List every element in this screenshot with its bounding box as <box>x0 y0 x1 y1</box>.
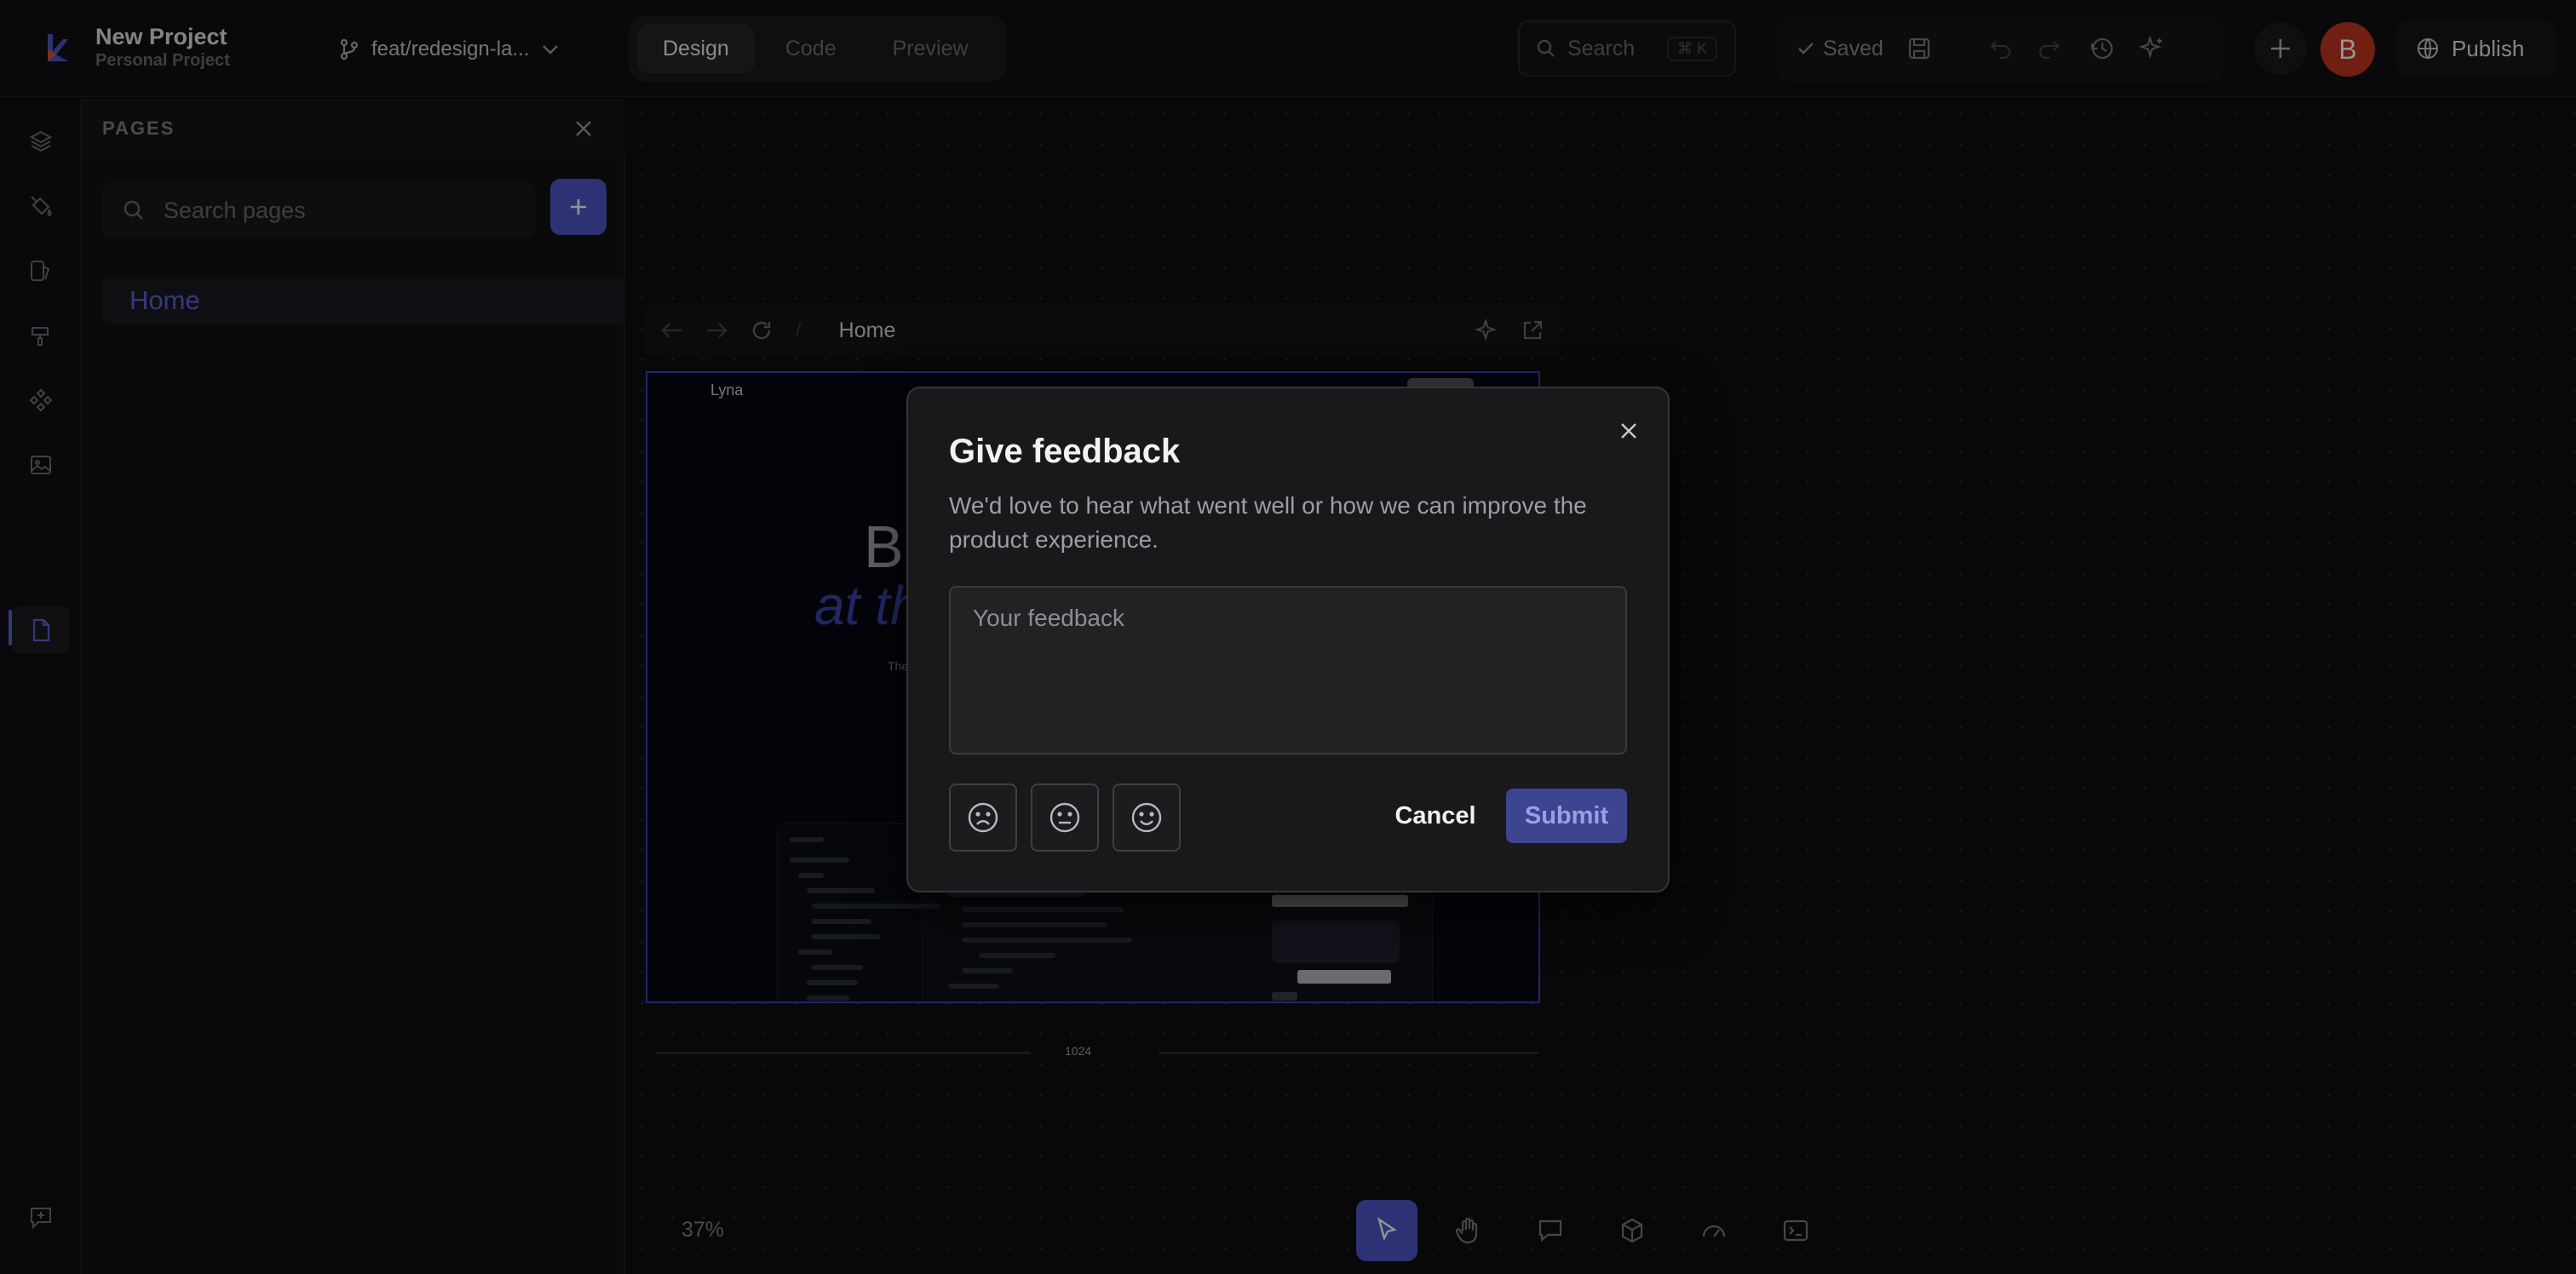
mood-neutral-button[interactable] <box>1031 783 1099 852</box>
mood-sad-button[interactable] <box>949 783 1017 852</box>
sad-face-icon <box>966 801 1000 835</box>
dialog-title: Give feedback <box>949 433 1181 470</box>
submit-button[interactable]: Submit <box>1506 789 1627 843</box>
cancel-button[interactable]: Cancel <box>1385 789 1486 843</box>
mood-happy-button[interactable] <box>1113 783 1181 852</box>
feedback-textarea[interactable] <box>949 586 1627 755</box>
feedback-dialog: Give feedback We'd love to hear what wen… <box>906 387 1670 892</box>
close-icon[interactable] <box>1612 414 1646 448</box>
dialog-description: We'd love to hear what went well or how … <box>949 492 1587 553</box>
happy-face-icon <box>1130 801 1164 835</box>
neutral-face-icon <box>1048 801 1082 835</box>
